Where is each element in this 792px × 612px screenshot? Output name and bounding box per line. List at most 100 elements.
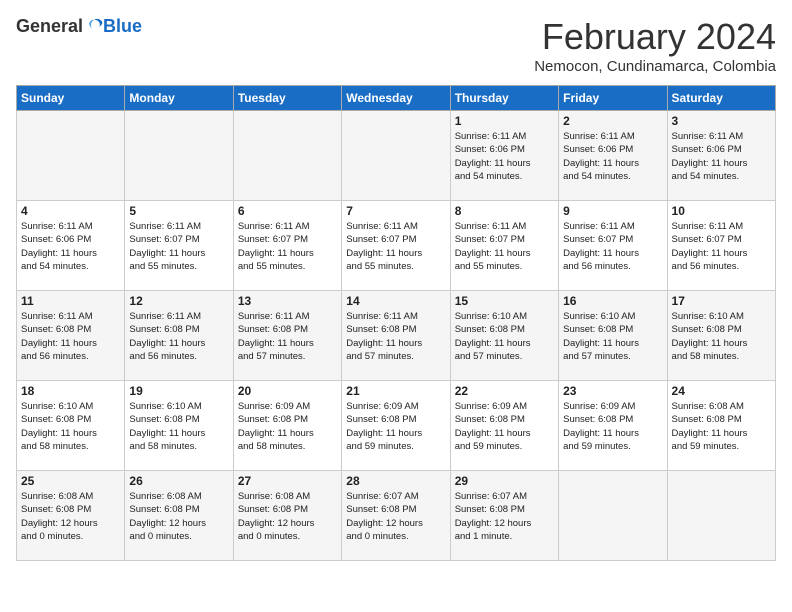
day-number: 1 [455,114,554,128]
calendar-cell: 26 Sunrise: 6:08 AM Sunset: 6:08 PM Dayli… [125,471,233,561]
calendar-cell: 27Sunrise: 6:08 AM Sunset: 6:08 PM Dayli… [233,471,341,561]
calendar-cell: 14 Sunrise: 6:11 AM Sunset: 6:08 PM Dayli… [342,291,450,381]
weekday-header: Saturday [667,86,775,111]
calendar-cell [233,111,341,201]
calendar-cell [559,471,667,561]
calendar-week-row: 18 Sunrise: 6:10 AM Sunset: 6:08 PM Dayli… [17,381,776,471]
calendar-cell: 19 Sunrise: 6:10 AM Sunset: 6:08 PM Dayli… [125,381,233,471]
calendar-week-row: 25 Sunrise: 6:08 AM Sunset: 6:08 PM Dayli… [17,471,776,561]
calendar-cell: 17 Sunrise: 6:10 AM Sunset: 6:08 PM Dayli… [667,291,775,381]
day-number: 4 [21,204,120,218]
title-area: February 2024 Nemocon, Cundinamarca, Col… [534,16,776,75]
calendar-week-row: 4Sunrise: 6:11 AM Sunset: 6:06 PM Daylig… [17,201,776,291]
day-number: 11 [21,294,120,308]
day-info: Sunrise: 6:11 AM Sunset: 6:08 PM Dayligh… [346,310,445,363]
day-info: Sunrise: 6:09 AM Sunset: 6:08 PM Dayligh… [346,400,445,453]
calendar-cell: 28 Sunrise: 6:07 AM Sunset: 6:08 PM Dayli… [342,471,450,561]
calendar-header-row: SundayMondayTuesdayWednesdayThursdayFrid… [17,86,776,111]
calendar-cell: 1 Sunrise: 6:11 AM Sunset: 6:06 PM Daylig… [450,111,558,201]
calendar-cell: 21Sunrise: 6:09 AM Sunset: 6:08 PM Dayli… [342,381,450,471]
calendar-cell [342,111,450,201]
day-info: Sunrise: 6:10 AM Sunset: 6:08 PM Dayligh… [672,310,771,363]
day-info: Sunrise: 6:09 AM Sunset: 6:08 PM Dayligh… [238,400,337,453]
day-info: Sunrise: 6:08 AM Sunset: 6:08 PM Dayligh… [21,490,120,543]
day-number: 16 [563,294,662,308]
day-info: Sunrise: 6:11 AM Sunset: 6:07 PM Dayligh… [129,220,228,273]
calendar-cell: 23 Sunrise: 6:09 AM Sunset: 6:08 PM Dayli… [559,381,667,471]
day-info: Sunrise: 6:08 AM Sunset: 6:08 PM Dayligh… [129,490,228,543]
header: General Blue February 2024 Nemocon, Cund… [16,16,776,75]
day-info: Sunrise: 6:11 AM Sunset: 6:07 PM Dayligh… [346,220,445,273]
calendar-table: SundayMondayTuesdayWednesdayThursdayFrid… [16,85,776,561]
calendar-cell: 29 Sunrise: 6:07 AM Sunset: 6:08 PM Dayli… [450,471,558,561]
calendar-cell: 15 Sunrise: 6:10 AM Sunset: 6:08 PM Dayli… [450,291,558,381]
day-info: Sunrise: 6:07 AM Sunset: 6:08 PM Dayligh… [455,490,554,543]
calendar-body: 1 Sunrise: 6:11 AM Sunset: 6:06 PM Daylig… [17,111,776,561]
day-info: Sunrise: 6:11 AM Sunset: 6:06 PM Dayligh… [672,130,771,183]
calendar-cell: 11 Sunrise: 6:11 AM Sunset: 6:08 PM Dayli… [17,291,125,381]
weekday-header: Friday [559,86,667,111]
day-number: 24 [672,384,771,398]
day-number: 25 [21,474,120,488]
day-number: 22 [455,384,554,398]
month-title: February 2024 [534,16,776,58]
calendar-cell: 5 Sunrise: 6:11 AM Sunset: 6:07 PM Daylig… [125,201,233,291]
calendar-cell: 10Sunrise: 6:11 AM Sunset: 6:07 PM Dayli… [667,201,775,291]
day-number: 7 [346,204,445,218]
calendar-cell [667,471,775,561]
day-number: 19 [129,384,228,398]
weekday-header: Sunday [17,86,125,111]
day-number: 23 [563,384,662,398]
day-number: 29 [455,474,554,488]
calendar-cell [17,111,125,201]
day-number: 28 [346,474,445,488]
calendar-cell: 13Sunrise: 6:11 AM Sunset: 6:08 PM Dayli… [233,291,341,381]
day-number: 15 [455,294,554,308]
day-info: Sunrise: 6:09 AM Sunset: 6:08 PM Dayligh… [563,400,662,453]
calendar-cell: 22Sunrise: 6:09 AM Sunset: 6:08 PM Dayli… [450,381,558,471]
day-info: Sunrise: 6:08 AM Sunset: 6:08 PM Dayligh… [238,490,337,543]
calendar-cell: 24Sunrise: 6:08 AM Sunset: 6:08 PM Dayli… [667,381,775,471]
calendar-cell: 2 Sunrise: 6:11 AM Sunset: 6:06 PM Daylig… [559,111,667,201]
calendar-cell: 9 Sunrise: 6:11 AM Sunset: 6:07 PM Daylig… [559,201,667,291]
day-number: 13 [238,294,337,308]
day-number: 14 [346,294,445,308]
weekday-header: Thursday [450,86,558,111]
calendar-cell: 4Sunrise: 6:11 AM Sunset: 6:06 PM Daylig… [17,201,125,291]
calendar-cell: 7 Sunrise: 6:11 AM Sunset: 6:07 PM Daylig… [342,201,450,291]
calendar-cell: 8Sunrise: 6:11 AM Sunset: 6:07 PM Daylig… [450,201,558,291]
day-info: Sunrise: 6:11 AM Sunset: 6:08 PM Dayligh… [129,310,228,363]
day-info: Sunrise: 6:11 AM Sunset: 6:07 PM Dayligh… [238,220,337,273]
day-info: Sunrise: 6:11 AM Sunset: 6:06 PM Dayligh… [563,130,662,183]
day-info: Sunrise: 6:10 AM Sunset: 6:08 PM Dayligh… [455,310,554,363]
day-info: Sunrise: 6:11 AM Sunset: 6:07 PM Dayligh… [455,220,554,273]
weekday-header: Wednesday [342,86,450,111]
day-info: Sunrise: 6:11 AM Sunset: 6:07 PM Dayligh… [563,220,662,273]
calendar-cell: 18Sunrise: 6:10 AM Sunset: 6:08 PM Dayli… [17,381,125,471]
day-number: 26 [129,474,228,488]
day-number: 6 [238,204,337,218]
calendar-week-row: 1 Sunrise: 6:11 AM Sunset: 6:06 PM Daylig… [17,111,776,201]
calendar-cell: 3 Sunrise: 6:11 AM Sunset: 6:06 PM Daylig… [667,111,775,201]
day-number: 10 [672,204,771,218]
day-number: 5 [129,204,228,218]
logo-bird-icon [85,18,103,36]
day-number: 18 [21,384,120,398]
calendar-cell: 12Sunrise: 6:11 AM Sunset: 6:08 PM Dayli… [125,291,233,381]
day-info: Sunrise: 6:10 AM Sunset: 6:08 PM Dayligh… [129,400,228,453]
calendar-week-row: 11 Sunrise: 6:11 AM Sunset: 6:08 PM Dayli… [17,291,776,381]
day-info: Sunrise: 6:10 AM Sunset: 6:08 PM Dayligh… [563,310,662,363]
day-number: 2 [563,114,662,128]
day-number: 20 [238,384,337,398]
weekday-header: Tuesday [233,86,341,111]
calendar-cell: 6 Sunrise: 6:11 AM Sunset: 6:07 PM Daylig… [233,201,341,291]
day-number: 3 [672,114,771,128]
logo-blue-text: Blue [103,16,142,37]
logo-general-text: General [16,16,83,37]
day-number: 17 [672,294,771,308]
calendar-cell [125,111,233,201]
day-number: 9 [563,204,662,218]
day-info: Sunrise: 6:07 AM Sunset: 6:08 PM Dayligh… [346,490,445,543]
day-info: Sunrise: 6:11 AM Sunset: 6:06 PM Dayligh… [455,130,554,183]
day-info: Sunrise: 6:11 AM Sunset: 6:08 PM Dayligh… [21,310,120,363]
